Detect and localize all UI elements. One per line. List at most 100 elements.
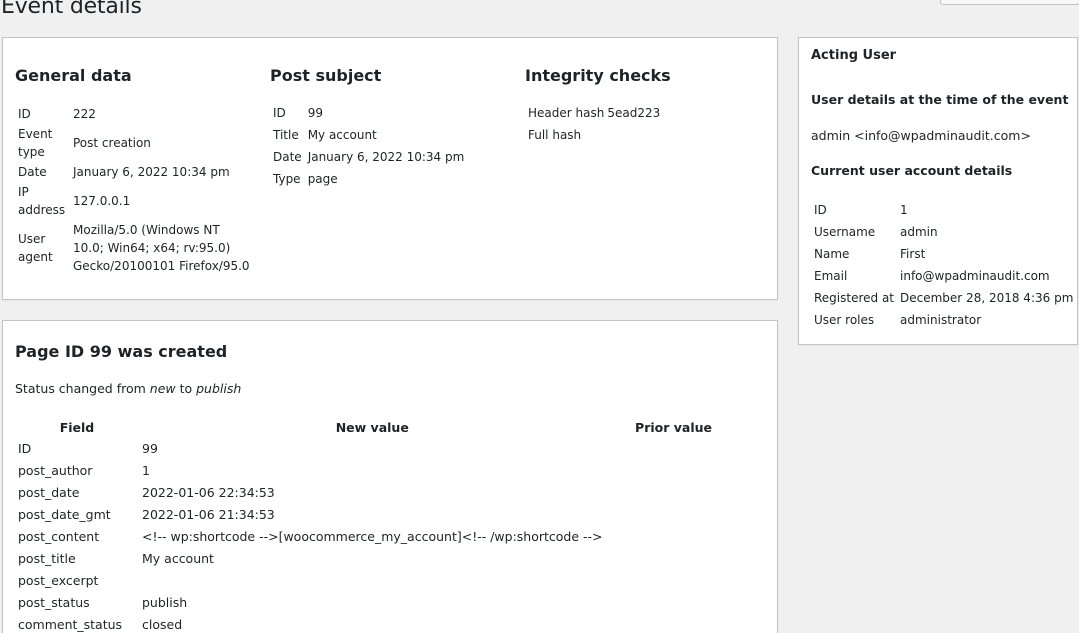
general-key: ID: [18, 107, 31, 121]
general-row-event-type: Event type Post creation: [15, 124, 256, 162]
field-cell: post_date: [18, 484, 80, 500]
column-header-prior-value: Prior value: [635, 419, 713, 435]
field-cell: comment_status: [18, 616, 123, 632]
table-row: post_date 2022-01-06 22:34:53: [15, 481, 742, 503]
integrity-key: Full hash: [528, 128, 582, 142]
status-prefix: Status changed from: [15, 381, 150, 396]
table-row: post_status publish: [15, 591, 742, 613]
integrity-value: [607, 126, 663, 148]
user-row-id: ID 1: [811, 201, 1076, 223]
prior-value-cell: [606, 613, 742, 633]
screen-options-button[interactable]: [940, 0, 1079, 5]
new-value-cell: [139, 569, 606, 591]
prior-value-cell: [606, 591, 742, 613]
user-value: December 28, 2018 4:36 pm: [900, 291, 1074, 305]
post-key: Date: [273, 150, 302, 164]
user-value: info@wpadminaudit.com: [900, 269, 1050, 283]
status-from: new: [149, 381, 176, 396]
integrity-checks-heading: Integrity checks: [525, 66, 671, 85]
general-value: January 6, 2022 10:34 pm: [73, 165, 230, 179]
table-row: post_content <!-- wp:shortcode -->[wooco…: [15, 525, 742, 547]
post-row-title: Title My account: [270, 126, 467, 148]
user-row-username: Username admin: [811, 223, 1076, 245]
current-account-heading: Current user account details: [811, 163, 1013, 178]
field-cell: post_status: [18, 594, 90, 610]
general-row-id: ID 222: [15, 104, 256, 124]
table-row: comment_status closed: [15, 613, 742, 633]
new-value-cell: <!-- wp:shortcode -->[woocommerce_my_acc…: [142, 528, 603, 544]
post-key: Type: [273, 172, 301, 186]
integrity-key: Header hash: [528, 106, 605, 120]
field-cell: post_excerpt: [18, 572, 99, 588]
status-change-text: Status changed from new to publish: [15, 381, 241, 396]
post-row-id: ID 99: [270, 104, 467, 126]
prior-value-cell: [606, 437, 742, 459]
table-row: post_date_gmt 2022-01-06 21:34:53: [15, 503, 742, 525]
user-key: Email: [814, 269, 848, 283]
user-key: ID: [814, 203, 827, 217]
user-row-registered: Registered at December 28, 2018 4:36 pm: [811, 289, 1076, 311]
user-value: admin: [900, 225, 938, 239]
general-key: IP address: [18, 185, 66, 217]
general-data-table: ID 222 Event type Post creation Date Jan…: [15, 104, 256, 276]
table-row: post_excerpt: [15, 569, 742, 591]
user-row-name: Name First: [811, 245, 1076, 267]
changes-header-row: Field New value Prior value: [15, 417, 742, 437]
acting-user-heading: Acting User: [811, 48, 897, 63]
post-key: ID: [273, 106, 286, 120]
time-of-event-user: admin <info@wpadminaudit.com>: [811, 128, 1031, 143]
changes-title: Page ID 99 was created: [15, 342, 228, 361]
post-subject-heading: Post subject: [270, 66, 382, 85]
event-details-page: Event details General data ID 222 Event …: [0, 0, 1079, 633]
user-row-email: Email info@wpadminaudit.com: [811, 267, 1076, 289]
integrity-row-full-hash: Full hash: [525, 126, 663, 148]
general-data-heading: General data: [15, 66, 132, 85]
integrity-value: 5ead223: [607, 106, 661, 120]
post-row-date: Date January 6, 2022 10:34 pm: [270, 148, 467, 170]
new-value-cell: My account: [142, 550, 214, 566]
new-value-cell: 99: [142, 440, 158, 456]
general-key: Date: [18, 165, 47, 179]
general-value: Mozilla/5.0 (Windows NT 10.0; Win64; x64…: [73, 223, 250, 273]
user-value: First: [900, 247, 926, 261]
prior-value-cell: [606, 569, 742, 591]
new-value-cell: 1: [142, 462, 150, 478]
general-key: User agent: [18, 232, 53, 264]
field-cell: ID: [18, 440, 32, 456]
field-cell: post_date_gmt: [18, 506, 111, 522]
time-of-event-heading: User details at the time of the event: [811, 92, 1069, 107]
new-value-cell: 2022-01-06 22:34:53: [142, 484, 275, 500]
post-key: Title: [273, 128, 299, 142]
column-header-new-value: New value: [335, 419, 409, 435]
table-row: post_author 1: [15, 459, 742, 481]
general-row-ip: IP address 127.0.0.1: [15, 182, 256, 220]
changes-table: Field New value Prior value ID 99 post_a…: [15, 417, 742, 633]
post-value: 99: [307, 106, 323, 120]
prior-value-cell: [606, 525, 742, 547]
general-row-user-agent: User agent Mozilla/5.0 (Windows NT 10.0;…: [15, 220, 256, 276]
post-value: My account: [307, 128, 377, 142]
new-value-cell: closed: [142, 616, 183, 632]
user-key: User roles: [814, 313, 875, 327]
field-cell: post_title: [18, 550, 76, 566]
changes-panel: Page ID 99 was created Status changed fr…: [2, 320, 778, 633]
integrity-row-header-hash: Header hash 5ead223: [525, 104, 663, 126]
prior-value-cell: [606, 503, 742, 525]
user-row-roles: User roles administrator: [811, 311, 1076, 333]
post-value: January 6, 2022 10:34 pm: [307, 150, 465, 164]
prior-value-cell: [606, 547, 742, 569]
post-value: page: [307, 172, 338, 186]
user-key: Registered at: [814, 291, 895, 305]
user-key: Username: [814, 225, 876, 239]
post-row-type: Type page: [270, 170, 467, 192]
user-value: administrator: [900, 313, 982, 327]
prior-value-cell: [606, 459, 742, 481]
table-row: ID 99: [15, 437, 742, 459]
status-mid: to: [175, 381, 197, 396]
status-to: publish: [196, 381, 242, 396]
general-value: Post creation: [73, 136, 151, 150]
prior-value-cell: [606, 481, 742, 503]
field-cell: post_author: [18, 462, 93, 478]
general-value: 222: [73, 107, 96, 121]
acting-user-panel: Acting User User details at the time of …: [798, 37, 1078, 345]
